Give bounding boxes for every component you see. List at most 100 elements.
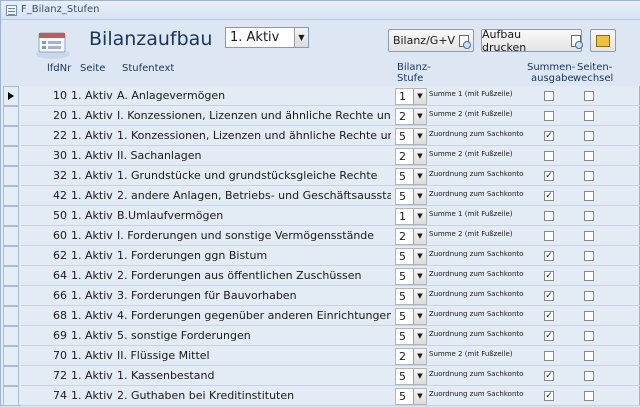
cell-stufentext[interactable]: 1. Kassenbestand [117, 369, 391, 382]
cell-stufe-select[interactable]: 1 ▼ [395, 208, 427, 225]
cell-stufentext[interactable]: II. Flüssige Mittel [117, 349, 391, 362]
cell-lfdnr[interactable]: 69 [27, 329, 67, 342]
table-row[interactable]: 50 1. Aktiv B.Umlaufvermögen 1 ▼ Summe 1 (mit… [1, 206, 640, 226]
checkbox-seitenwechsel[interactable] [584, 91, 594, 101]
close-form-button[interactable] [590, 29, 616, 52]
record-selector[interactable] [3, 266, 19, 286]
cell-seite[interactable]: 1. Aktiv [71, 89, 117, 102]
table-row[interactable]: 66 1. Aktiv 3. Forderungen für Bauvorhaben… [1, 286, 640, 306]
checkbox-summenausgabe[interactable]: ✓ [544, 331, 554, 341]
record-selector[interactable] [3, 206, 19, 226]
chevron-down-icon[interactable]: ▼ [413, 209, 426, 224]
cell-stufe-select[interactable]: 5 ▼ [395, 388, 427, 405]
cell-stufe-select[interactable]: 5 ▼ [395, 328, 427, 345]
cell-seite[interactable]: 1. Aktiv [71, 309, 117, 322]
chevron-down-icon[interactable]: ▼ [413, 149, 426, 164]
checkbox-summenausgabe[interactable] [544, 211, 554, 221]
cell-seite[interactable]: 1. Aktiv [71, 149, 117, 162]
cell-lfdnr[interactable]: 22 [27, 129, 67, 142]
cell-seite[interactable]: 1. Aktiv [71, 329, 117, 342]
cell-stufentext[interactable]: 2. andere Anlagen, Betriebs- und Geschäf… [117, 189, 391, 202]
record-selector[interactable] [3, 126, 19, 146]
cell-seite[interactable]: 1. Aktiv [71, 129, 117, 142]
cell-stufe-select[interactable]: 2 ▼ [395, 228, 427, 245]
record-selector[interactable] [3, 226, 19, 246]
record-selector[interactable] [3, 146, 19, 166]
cell-stufe-select[interactable]: 5 ▼ [395, 288, 427, 305]
cell-seite[interactable]: 1. Aktiv [71, 209, 117, 222]
cell-lfdnr[interactable]: 20 [27, 109, 67, 122]
checkbox-summenausgabe[interactable]: ✓ [544, 311, 554, 321]
checkbox-summenausgabe[interactable]: ✓ [544, 271, 554, 281]
record-selector[interactable] [3, 286, 19, 306]
checkbox-summenausgabe[interactable] [544, 91, 554, 101]
cell-seite[interactable]: 1. Aktiv [71, 189, 117, 202]
checkbox-seitenwechsel[interactable] [584, 191, 594, 201]
table-row[interactable]: 69 1. Aktiv 5. sonstige Forderungen 5 ▼ Zuord… [1, 326, 640, 346]
chevron-down-icon[interactable]: ▼ [413, 289, 426, 304]
cell-stufe-select[interactable]: 2 ▼ [395, 148, 427, 165]
cell-stufentext[interactable]: II. Sachanlagen [117, 149, 391, 162]
record-selector[interactable] [3, 346, 19, 366]
cell-seite[interactable]: 1. Aktiv [71, 389, 117, 402]
record-selector[interactable] [3, 186, 19, 206]
checkbox-seitenwechsel[interactable] [584, 391, 594, 401]
cell-seite[interactable]: 1. Aktiv [71, 109, 117, 122]
cell-seite[interactable]: 1. Aktiv [71, 349, 117, 362]
chevron-down-icon[interactable]: ▼ [413, 169, 426, 184]
checkbox-summenausgabe[interactable]: ✓ [544, 251, 554, 261]
table-row[interactable]: 68 1. Aktiv 4. Forderungen gegenüber ander… [1, 306, 640, 326]
cell-lfdnr[interactable]: 10 [27, 89, 67, 102]
table-row[interactable]: 42 1. Aktiv 2. andere Anlagen, Betriebs- u… [1, 186, 640, 206]
table-row[interactable]: 32 1. Aktiv 1. Grundstücke und grundstücks… [1, 166, 640, 186]
checkbox-summenausgabe[interactable]: ✓ [544, 371, 554, 381]
checkbox-summenausgabe[interactable]: ✓ [544, 131, 554, 141]
chevron-down-icon[interactable]: ▼ [413, 369, 426, 384]
cell-stufentext[interactable]: 2. Guthaben bei Kreditinstituten [117, 389, 391, 402]
cell-stufentext[interactable]: I. Konzessionen, Lizenzen und ähnliche R… [117, 109, 391, 122]
cell-lfdnr[interactable]: 70 [27, 349, 67, 362]
checkbox-seitenwechsel[interactable] [584, 151, 594, 161]
cell-stufentext[interactable]: 1. Grundstücke und grundstücksgleiche Re… [117, 169, 391, 182]
checkbox-summenausgabe[interactable] [544, 111, 554, 121]
checkbox-summenausgabe[interactable]: ✓ [544, 171, 554, 181]
cell-stufe-select[interactable]: 5 ▼ [395, 268, 427, 285]
checkbox-summenausgabe[interactable] [544, 151, 554, 161]
cell-stufe-select[interactable]: 5 ▼ [395, 128, 427, 145]
checkbox-seitenwechsel[interactable] [584, 331, 594, 341]
record-selector[interactable] [3, 246, 19, 266]
record-selector[interactable] [3, 306, 19, 326]
table-row[interactable]: 10 1. Aktiv A. Anlagevermögen 1 ▼ Summe 1 (mi… [1, 86, 640, 106]
cell-stufentext[interactable]: B.Umlaufvermögen [117, 209, 391, 222]
print-layout-button[interactable]: Aufbau drucken [481, 28, 583, 54]
cell-stufe-select[interactable]: 5 ▼ [395, 188, 427, 205]
bilanz-gv-button[interactable]: Bilanz/G+V [388, 29, 474, 52]
cell-stufentext[interactable]: 2. Forderungen aus öffentlichen Zuschüss… [117, 269, 391, 282]
cell-lfdnr[interactable]: 68 [27, 309, 67, 322]
cell-seite[interactable]: 1. Aktiv [71, 269, 117, 282]
checkbox-summenausgabe[interactable] [544, 351, 554, 361]
cell-stufe-select[interactable]: 1 ▼ [395, 88, 427, 105]
chevron-down-icon[interactable]: ▼ [413, 309, 426, 324]
chevron-down-icon[interactable]: ▼ [294, 28, 308, 47]
cell-stufe-select[interactable]: 5 ▼ [395, 368, 427, 385]
cell-stufentext[interactable]: 5. sonstige Forderungen [117, 329, 391, 342]
table-row[interactable]: 60 1. Aktiv I. Forderungen und sonstige Ve… [1, 226, 640, 246]
table-row[interactable]: 62 1. Aktiv 1. Forderungen ggn Bistum 5 ▼ Zuo… [1, 246, 640, 266]
cell-stufe-select[interactable]: 2 ▼ [395, 108, 427, 125]
chevron-down-icon[interactable]: ▼ [413, 329, 426, 344]
cell-lfdnr[interactable]: 62 [27, 249, 67, 262]
chevron-down-icon[interactable]: ▼ [413, 189, 426, 204]
cell-lfdnr[interactable]: 74 [27, 389, 67, 402]
checkbox-seitenwechsel[interactable] [584, 371, 594, 381]
checkbox-seitenwechsel[interactable] [584, 231, 594, 241]
table-row[interactable]: 64 1. Aktiv 2. Forderungen aus öffentliche… [1, 266, 640, 286]
page-select[interactable]: 1. Aktiv ▼ [225, 27, 309, 48]
checkbox-seitenwechsel[interactable] [584, 271, 594, 281]
cell-stufentext[interactable]: 1. Forderungen ggn Bistum [117, 249, 391, 262]
cell-stufentext[interactable]: 3. Forderungen für Bauvorhaben [117, 289, 391, 302]
table-row[interactable]: 22 1. Aktiv 1. Konzessionen, Lizenzen und … [1, 126, 640, 146]
cell-lfdnr[interactable]: 32 [27, 169, 67, 182]
cell-lfdnr[interactable]: 42 [27, 189, 67, 202]
checkbox-seitenwechsel[interactable] [584, 311, 594, 321]
